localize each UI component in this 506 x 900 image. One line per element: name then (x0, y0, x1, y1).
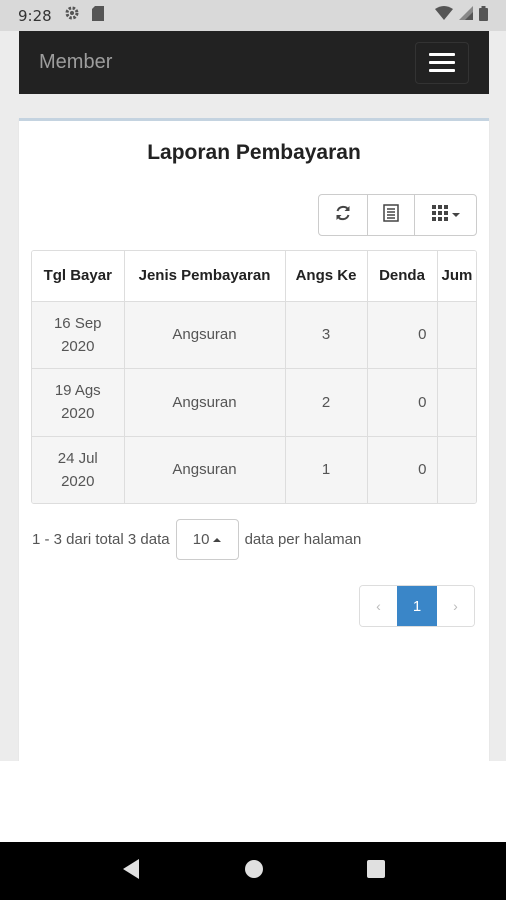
cell-signal-icon (459, 6, 473, 25)
page-footer-area (0, 761, 506, 842)
cell-tgl-bayar: 24 Jul 2020 (32, 436, 125, 503)
prev-page-button[interactable]: ‹ (360, 586, 397, 626)
table-row[interactable]: 16 Sep 2020 Angsuran 3 0 (32, 301, 476, 369)
home-icon[interactable] (244, 859, 264, 884)
recents-icon[interactable] (366, 859, 385, 883)
columns-grid-icon (431, 204, 448, 226)
cell-jumlah (437, 436, 476, 503)
battery-icon (479, 5, 488, 26)
column-header-jumlah[interactable]: Jum (437, 251, 476, 302)
cell-tgl-bayar: 19 Ags 2020 (32, 368, 125, 437)
column-header-denda[interactable]: Denda (367, 251, 438, 302)
page-1-button[interactable]: 1 (397, 586, 437, 626)
wifi-icon (435, 6, 453, 25)
table-toolbar (318, 194, 477, 236)
gear-icon (64, 5, 80, 26)
hamburger-icon-line (429, 69, 455, 72)
cell-angs-ke: 3 (285, 301, 368, 369)
payment-table: Tgl Bayar Jenis Pembayaran Angs Ke Denda… (31, 250, 477, 504)
sd-card-icon (91, 5, 104, 26)
status-bar: 9:28 (0, 0, 506, 31)
chevron-down-icon (451, 213, 460, 217)
menu-toggle-button[interactable] (415, 41, 469, 84)
page-size-dropdown[interactable]: 10 (175, 519, 239, 560)
navbar-brand[interactable]: Member (39, 51, 112, 74)
system-navigation-bar (0, 842, 506, 900)
table-row[interactable]: 24 Jul 2020 Angsuran 1 0 (32, 436, 476, 503)
cell-jenis-pembayaran: Angsuran (124, 368, 286, 437)
column-header-tgl-bayar[interactable]: Tgl Bayar (32, 251, 125, 302)
status-time: 9:28 (18, 6, 52, 25)
report-panel: Laporan Pembayaran Tgl Bayar Jenis Pemba… (19, 118, 489, 761)
cell-denda: 0 (367, 301, 438, 369)
pagination-info: 1 - 3 dari total 3 data 10 data per hala… (32, 519, 361, 560)
cell-jumlah (437, 301, 476, 369)
page-size-value: 10 (192, 531, 210, 548)
per-page-label: data per halaman (244, 531, 362, 548)
hamburger-icon-line (429, 53, 455, 56)
pagination: ‹ 1 › (359, 585, 475, 627)
refresh-button[interactable] (319, 195, 368, 235)
column-header-jenis-pembayaran[interactable]: Jenis Pembayaran (124, 251, 286, 302)
cell-angs-ke: 1 (285, 436, 368, 503)
cell-jenis-pembayaran: Angsuran (124, 436, 286, 503)
page-title: Laporan Pembayaran (147, 141, 361, 164)
cell-denda: 0 (367, 368, 438, 437)
next-page-button[interactable]: › (437, 586, 474, 626)
table-row[interactable]: 19 Ags 2020 Angsuran 2 0 (32, 368, 476, 437)
table-header-row: Tgl Bayar Jenis Pembayaran Angs Ke Denda… (32, 251, 476, 302)
cell-jenis-pembayaran: Angsuran (124, 301, 286, 369)
refresh-icon (334, 204, 352, 227)
cell-tgl-bayar: 16 Sep 2020 (32, 301, 125, 369)
hamburger-icon-line (429, 61, 455, 64)
chevron-up-icon (213, 537, 222, 542)
pagination-summary: 1 - 3 dari total 3 data (32, 531, 170, 548)
columns-dropdown-button[interactable] (415, 195, 476, 235)
cell-denda: 0 (367, 436, 438, 503)
toggle-view-button[interactable] (368, 195, 415, 235)
cell-angs-ke: 2 (285, 368, 368, 437)
cell-jumlah (437, 368, 476, 437)
toggle-view-icon (383, 203, 399, 227)
column-header-angs-ke[interactable]: Angs Ke (285, 251, 368, 302)
top-navbar: Member (19, 31, 489, 94)
back-icon[interactable] (121, 858, 141, 885)
